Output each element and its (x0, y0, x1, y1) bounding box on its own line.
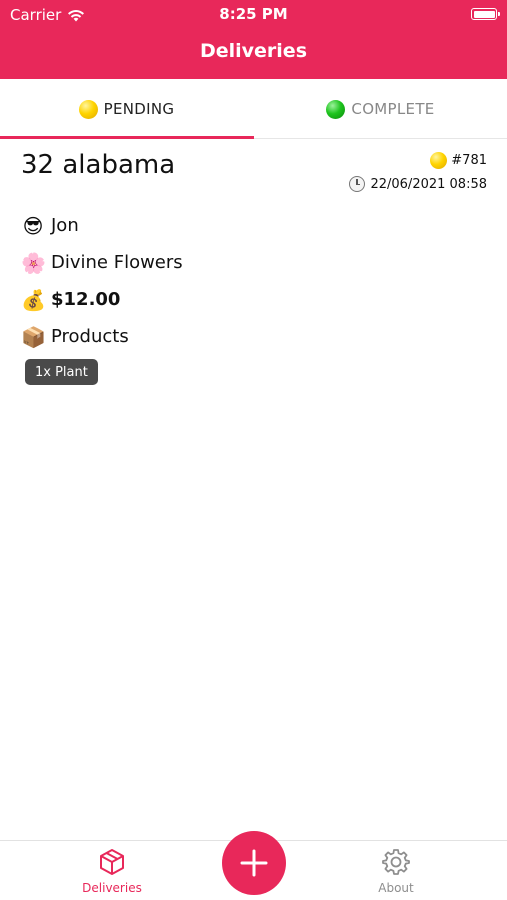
price-value: $12.00 (51, 289, 121, 310)
status-time: 8:25 PM (219, 5, 288, 23)
store-name: Divine Flowers (51, 252, 183, 273)
courier-row: 😎 Jon (21, 215, 79, 236)
order-datetime: 22/06/2021 08:58 (349, 176, 487, 192)
gear-icon (382, 849, 410, 875)
delivery-address: 32 alabama (21, 150, 176, 180)
active-tab-indicator (0, 136, 254, 139)
green-dot-icon (326, 99, 346, 119)
tabbar-deliveries[interactable]: Deliveries (52, 847, 172, 895)
tab-complete[interactable]: COMPLETE (254, 79, 507, 139)
store-row: 🌸 Divine Flowers (21, 252, 183, 273)
tab-pending-label: PENDING (103, 100, 175, 118)
products-row: 📦 Products (21, 326, 129, 347)
yellow-dot-icon (78, 99, 98, 119)
add-delivery-button[interactable] (222, 831, 286, 895)
plus-icon (240, 849, 268, 877)
courier-name: Jon (51, 215, 79, 236)
money-bag-icon: 💰 (21, 287, 46, 312)
products-label: Products (51, 326, 129, 347)
app-header: Carrier 8:25 PM Deliveries (0, 0, 507, 79)
page-title: Deliveries (199, 40, 308, 62)
tabbar-about[interactable]: About (336, 847, 456, 895)
status-tabs: PENDING COMPLETE (0, 79, 507, 139)
battery-icon (471, 8, 500, 20)
box-icon (100, 849, 124, 875)
package-icon: 📦 (21, 324, 46, 349)
tab-complete-label: COMPLETE (351, 100, 435, 118)
product-chip: 1x Plant (25, 359, 98, 385)
order-datetime-label: 22/06/2021 08:58 (370, 176, 487, 192)
tabbar-deliveries-label: Deliveries (82, 881, 142, 895)
tab-pending[interactable]: PENDING (0, 79, 253, 139)
yellow-dot-icon (430, 152, 448, 169)
price-row: 💰 $12.00 (21, 289, 120, 310)
clock-icon (349, 176, 366, 192)
order-number: #781 (430, 152, 487, 169)
flower-icon: 🌸 (21, 250, 46, 275)
order-number-label: #781 (451, 153, 487, 168)
status-bar: Carrier 8:25 PM (0, 0, 507, 28)
sunglasses-icon: 😎 (22, 213, 44, 238)
tabbar-about-label: About (378, 881, 414, 895)
